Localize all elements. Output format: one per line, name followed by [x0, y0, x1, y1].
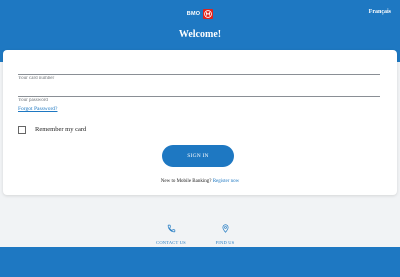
remember-card-checkbox[interactable]: [18, 126, 26, 134]
password-field[interactable]: [18, 86, 380, 106]
login-card: Forgot Password? Remember my card SIGN I…: [3, 50, 397, 195]
find-us-label: FIND US: [215, 240, 235, 245]
phone-icon: [167, 218, 176, 237]
register-now-link[interactable]: Register now: [213, 179, 240, 184]
forgot-password-link[interactable]: Forgot Password?: [18, 106, 57, 112]
password-input[interactable]: [18, 95, 380, 106]
sign-in-button[interactable]: SIGN IN: [162, 145, 234, 167]
find-us-link[interactable]: FIND US: [195, 218, 255, 245]
page-title: Welcome!: [178, 29, 222, 40]
bmo-roundel-icon: [203, 9, 214, 19]
language-toggle-link[interactable]: Français: [369, 9, 391, 15]
location-pin-icon: [221, 218, 230, 237]
register-prompt: New to Mobile Banking? Register now: [3, 179, 397, 184]
contact-us-link[interactable]: CONTACT US: [141, 218, 201, 245]
card-number-input[interactable]: [18, 73, 380, 84]
bmo-logo: BMO: [0, 8, 400, 20]
footer-band: [0, 247, 400, 277]
card-number-field[interactable]: [18, 64, 380, 84]
remember-card-label: Remember my card: [35, 126, 87, 133]
brand-name: BMO: [186, 11, 201, 17]
new-user-text: New to Mobile Banking?: [160, 179, 212, 184]
contact-us-label: CONTACT US: [156, 240, 186, 245]
